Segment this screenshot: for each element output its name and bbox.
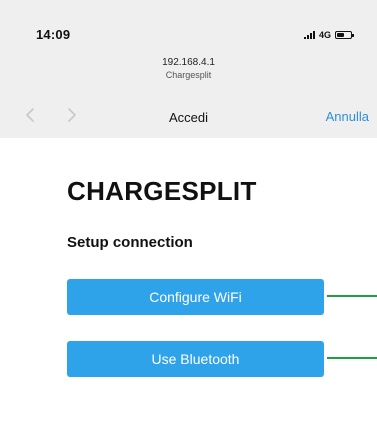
cancel-link[interactable]: Annulla [326, 109, 369, 124]
status-icons: 4G [303, 28, 354, 42]
browser-navigation: Accedi Annulla [0, 103, 377, 127]
signal-icon [303, 31, 315, 39]
status-time: 14:09 [36, 27, 71, 42]
address-display: 192.168.4.1 Chargesplit [0, 58, 377, 80]
url-page-name: Chargesplit [165, 70, 212, 80]
url-host: 192.168.4.1 [162, 57, 215, 68]
configure-wifi-button[interactable]: Configure WiFi [67, 279, 324, 315]
page-title: CHARGESPLIT [67, 176, 257, 206]
browser-top-frame: 14:09 4G 192.168.4.1 Chargesplit Accedi … [0, 0, 377, 138]
battery-icon [335, 31, 354, 39]
setup-heading: Setup connection [67, 234, 193, 251]
setup-page: CHARGESPLIT Setup connection Configure W… [0, 138, 377, 431]
use-bluetooth-button[interactable]: Use Bluetooth [67, 341, 324, 377]
bluetooth-callout-line [327, 357, 377, 359]
browser-title: Accedi [168, 110, 209, 125]
network-type: 4G [318, 30, 331, 40]
wifi-callout-line [327, 295, 377, 297]
battery-fill [337, 33, 344, 37]
